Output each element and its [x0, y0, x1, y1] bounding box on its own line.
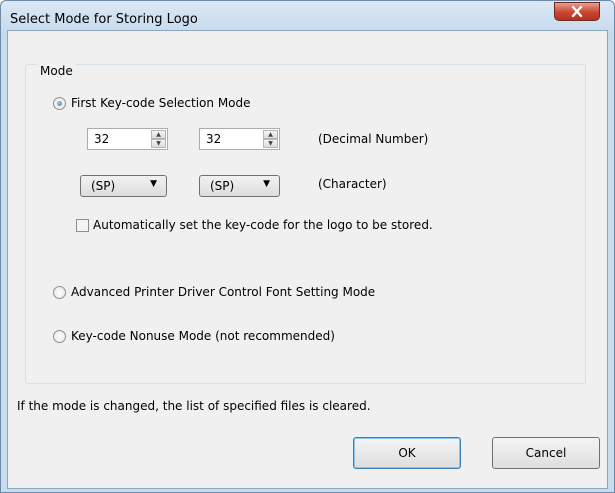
- mode-group-label: Mode: [37, 64, 76, 78]
- spin-up-icon[interactable]: ▲: [151, 130, 166, 139]
- radio-indicator[interactable]: [53, 329, 66, 343]
- radio-indicator[interactable]: [53, 285, 66, 299]
- radio-keycode-nonuse-label: Key-code Nonuse Mode (not recommended): [71, 329, 335, 343]
- keycode-spinbox-1[interactable]: 32 ▲ ▼: [87, 128, 168, 150]
- close-icon: [571, 6, 583, 17]
- dialog-title: Select Mode for Storing Logo: [10, 12, 198, 27]
- character-caption: (Character): [318, 177, 387, 191]
- cancel-button[interactable]: Cancel: [492, 437, 600, 469]
- spinbox-2-value[interactable]: 32: [206, 132, 221, 146]
- close-button[interactable]: [554, 2, 600, 21]
- auto-keycode-checkbox-row[interactable]: Automatically set the key-code for the l…: [76, 218, 433, 232]
- auto-keycode-checkbox[interactable]: [76, 218, 89, 232]
- character-combo-1[interactable]: (SP) ▼: [80, 175, 167, 197]
- auto-keycode-checkbox-label: Automatically set the key-code for the l…: [93, 218, 433, 232]
- decimal-number-caption: (Decimal Number): [318, 132, 429, 146]
- radio-indicator[interactable]: [53, 96, 66, 110]
- spin-down-icon[interactable]: ▼: [263, 139, 278, 148]
- chevron-down-icon: ▼: [150, 179, 157, 189]
- ok-button[interactable]: OK: [353, 437, 461, 469]
- radio-advanced-font-label: Advanced Printer Driver Control Font Set…: [71, 285, 376, 299]
- keycode-spinbox-2[interactable]: 32 ▲ ▼: [199, 128, 280, 150]
- spin-up-icon[interactable]: ▲: [263, 130, 278, 139]
- radio-advanced-font-mode[interactable]: Advanced Printer Driver Control Font Set…: [53, 285, 375, 299]
- chevron-down-icon: ▼: [263, 179, 270, 189]
- radio-first-keycode-label: First Key-code Selection Mode: [71, 96, 251, 110]
- mode-change-note: If the mode is changed, the list of spec…: [17, 399, 371, 413]
- combo-1-value: (SP): [91, 179, 116, 193]
- spin-down-icon[interactable]: ▼: [151, 139, 166, 148]
- spinbox-1-value[interactable]: 32: [94, 132, 109, 146]
- character-combo-2[interactable]: (SP) ▼: [199, 175, 280, 197]
- ok-button-label: OK: [398, 446, 416, 460]
- combo-2-value: (SP): [210, 179, 235, 193]
- radio-keycode-nonuse-mode[interactable]: Key-code Nonuse Mode (not recommended): [53, 329, 335, 343]
- cancel-button-label: Cancel: [525, 446, 567, 460]
- radio-first-keycode-mode[interactable]: First Key-code Selection Mode: [53, 96, 251, 110]
